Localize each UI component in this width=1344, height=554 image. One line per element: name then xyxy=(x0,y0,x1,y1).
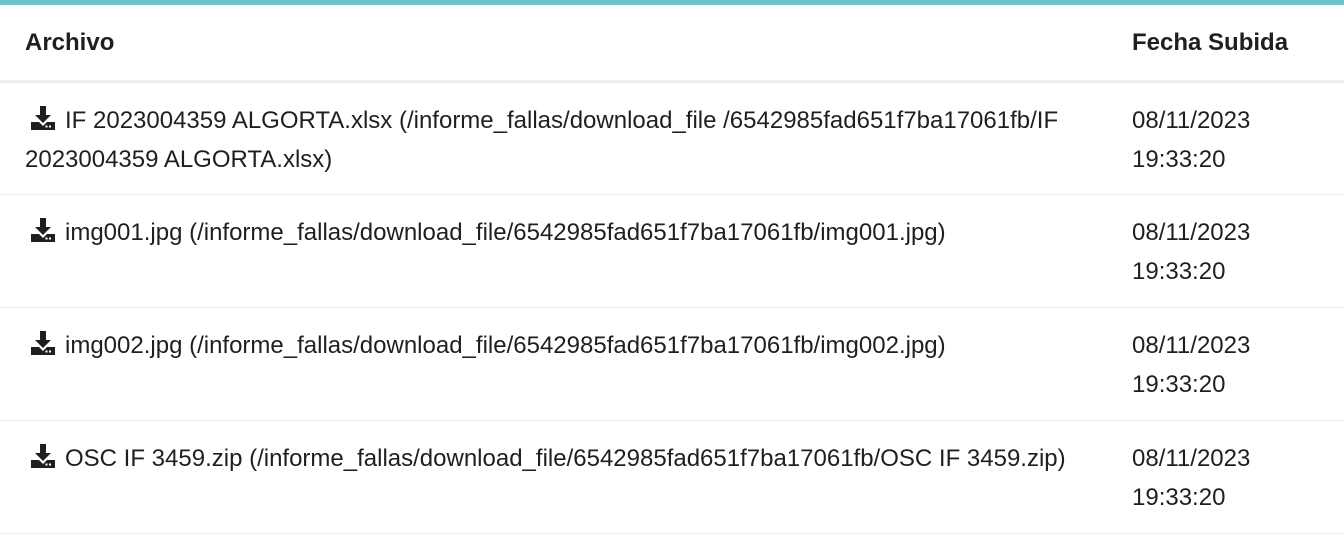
table-row: OSC IF 3459.zip (/informe_fallas/downloa… xyxy=(0,420,1344,534)
file-download-link[interactable]: img002.jpg (/informe_fallas/download_fil… xyxy=(25,330,946,359)
file-cell: IF 2023004359 ALGORTA.xlsx (/informe_fal… xyxy=(0,81,1108,195)
upload-time: 19:33:20 xyxy=(1132,258,1226,285)
upload-date: 08/11/2023 xyxy=(1132,107,1251,134)
date-cell: 08/11/2023 19:33:20 xyxy=(1108,81,1344,195)
file-link-text[interactable]: img002.jpg (/informe_fallas/download_fil… xyxy=(65,332,946,359)
file-link-text[interactable]: OSC IF 3459.zip (/informe_fallas/downloa… xyxy=(65,445,1066,472)
upload-date: 08/11/2023 xyxy=(1132,219,1251,246)
attachments-table: Archivo Fecha Subida IF 2023004359 ALGOR… xyxy=(0,5,1344,534)
upload-time: 19:33:20 xyxy=(1132,371,1226,398)
download-icon xyxy=(30,105,56,131)
attachments-table-container: Archivo Fecha Subida IF 2023004359 ALGOR… xyxy=(0,0,1344,534)
table-row: img002.jpg (/informe_fallas/download_fil… xyxy=(0,307,1344,421)
upload-time: 19:33:20 xyxy=(1132,146,1226,173)
file-cell: img002.jpg (/informe_fallas/download_fil… xyxy=(0,307,1108,421)
download-icon xyxy=(30,217,56,243)
download-icon xyxy=(30,330,56,356)
file-cell: img001.jpg (/informe_fallas/download_fil… xyxy=(0,194,1108,308)
date-cell: 08/11/2023 19:33:20 xyxy=(1108,307,1344,421)
header-archivo: Archivo xyxy=(0,5,1108,83)
file-download-link[interactable]: img001.jpg (/informe_fallas/download_fil… xyxy=(25,217,946,246)
file-link-text[interactable]: img001.jpg (/informe_fallas/download_fil… xyxy=(65,219,946,246)
table-row: img001.jpg (/informe_fallas/download_fil… xyxy=(0,194,1344,308)
file-cell: OSC IF 3459.zip (/informe_fallas/downloa… xyxy=(0,420,1108,534)
file-link-text[interactable]: IF 2023004359 ALGORTA.xlsx (/informe_fal… xyxy=(25,107,1058,173)
file-download-link[interactable]: IF 2023004359 ALGORTA.xlsx (/informe_fal… xyxy=(25,105,1058,173)
upload-time: 19:33:20 xyxy=(1132,484,1226,511)
upload-date: 08/11/2023 xyxy=(1132,332,1251,359)
download-icon xyxy=(30,443,56,469)
table-header-row: Archivo Fecha Subida xyxy=(0,5,1344,83)
date-cell: 08/11/2023 19:33:20 xyxy=(1108,194,1344,308)
date-cell: 08/11/2023 19:33:20 xyxy=(1108,420,1344,534)
table-row: IF 2023004359 ALGORTA.xlsx (/informe_fal… xyxy=(0,81,1344,195)
header-fecha-subida: Fecha Subida xyxy=(1108,5,1344,83)
file-download-link[interactable]: OSC IF 3459.zip (/informe_fallas/downloa… xyxy=(25,443,1066,472)
upload-date: 08/11/2023 xyxy=(1132,445,1251,472)
